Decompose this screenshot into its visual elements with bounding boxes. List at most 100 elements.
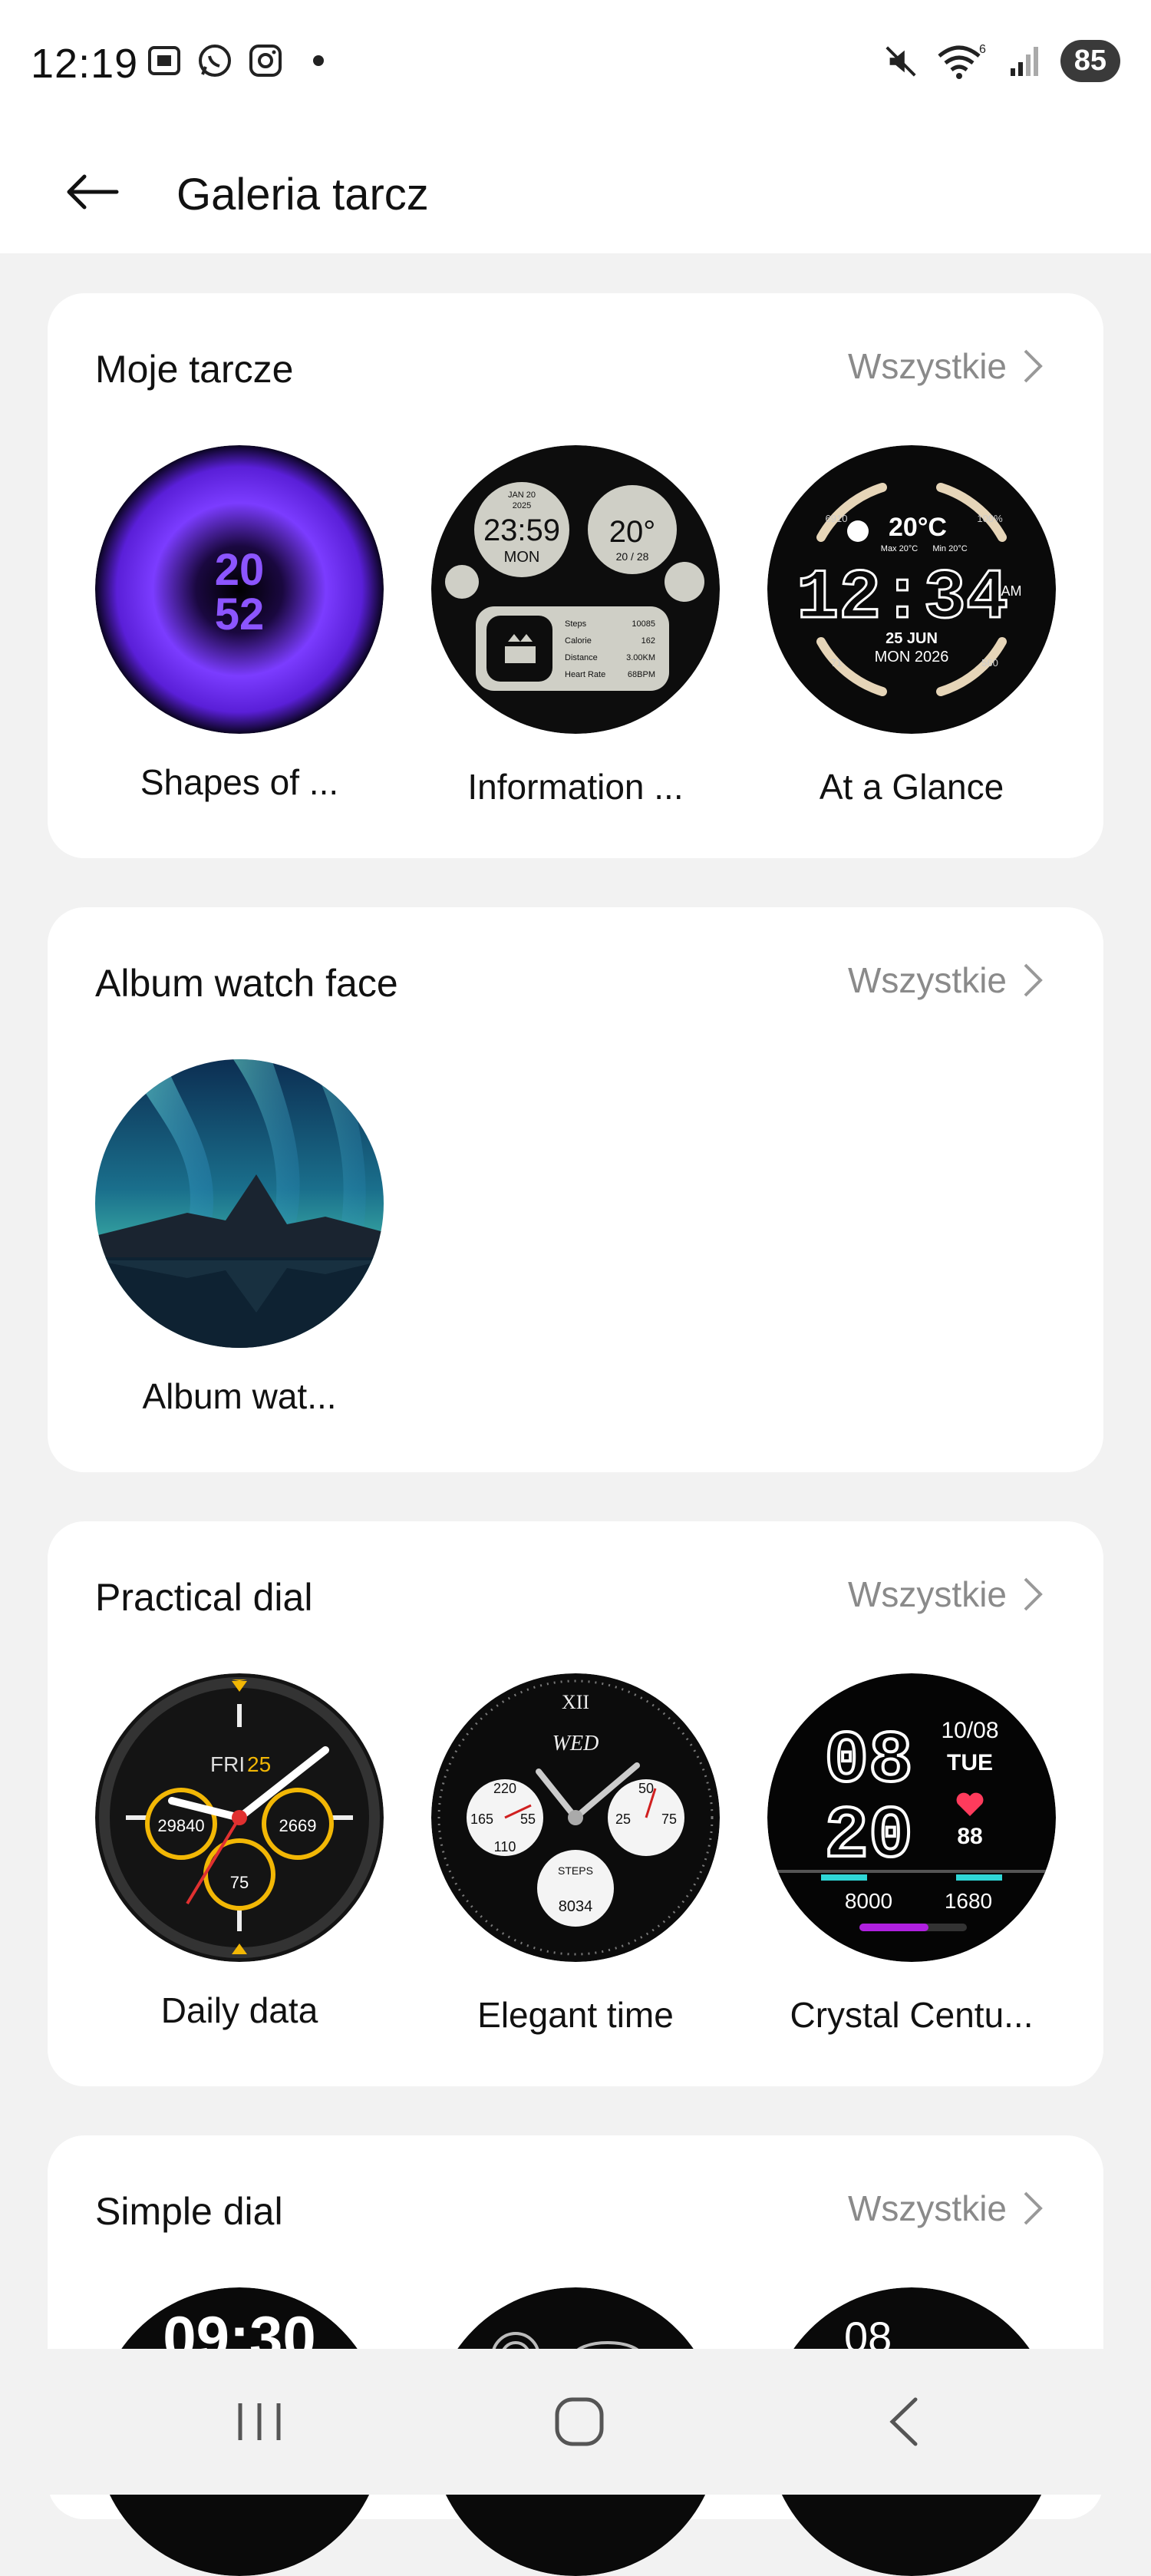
svg-text:8034: 8034	[559, 1898, 593, 1915]
svg-text:1680: 1680	[945, 1889, 992, 1913]
chevron-right-icon	[1024, 349, 1043, 383]
see-all-label: Wszystkie	[848, 346, 1007, 386]
svg-text:88: 88	[957, 1824, 982, 1849]
svg-text:25 JUN: 25 JUN	[886, 630, 938, 647]
back-arrow-icon	[67, 174, 119, 210]
watch-face-elegant-time[interactable]: XII WED 220 165 55 110 50 25 75 STEPS 80…	[431, 1673, 720, 1962]
status-time: 12:19	[31, 41, 139, 87]
svg-text:2025: 2025	[513, 501, 531, 510]
back-nav-button[interactable]	[858, 2383, 950, 2460]
svg-text:20 / 28: 20 / 28	[616, 550, 649, 563]
see-all-label: Wszystkie	[848, 960, 1007, 1000]
svg-text:162: 162	[641, 636, 655, 646]
signal-icon	[1007, 43, 1044, 80]
svg-text:20°C: 20°C	[889, 513, 947, 542]
watch-face-label: Elegant time	[477, 1995, 674, 2035]
section-title: Simple dial	[95, 2190, 283, 2233]
svg-text:3.00KM: 3.00KM	[626, 653, 655, 662]
svg-text:10085: 10085	[632, 619, 655, 629]
aurora-image	[95, 1059, 384, 1348]
system-navigation-bar	[0, 2349, 1151, 2495]
svg-text:XII: XII	[562, 1691, 589, 1713]
see-all-button[interactable]: Wszystkie	[848, 2188, 1044, 2229]
status-system-icons: 6 85	[882, 40, 1120, 82]
svg-text:23:59: 23:59	[483, 514, 560, 547]
mute-icon	[882, 43, 919, 80]
svg-text:220: 220	[493, 1781, 516, 1796]
screenshot-icon	[146, 42, 183, 79]
watch-face-label: Information ...	[467, 767, 684, 807]
status-bar: 12:19 6 85	[0, 0, 1151, 123]
see-all-label: Wszystkie	[848, 2188, 1007, 2228]
page-title: Galeria tarcz	[176, 170, 429, 220]
svg-text:TUE: TUE	[947, 1750, 993, 1775]
svg-text:29840: 29840	[157, 1816, 204, 1835]
svg-text:6910: 6910	[826, 513, 848, 524]
app-bar: Galeria tarcz	[0, 123, 1151, 253]
back-nav-icon	[889, 2397, 918, 2446]
wifi-badge: 6	[979, 43, 986, 56]
svg-text:75: 75	[230, 1873, 249, 1892]
watch-face-label: Shapes of ...	[140, 762, 339, 802]
svg-text:110: 110	[494, 1839, 516, 1854]
watch-face-daily-data[interactable]: FRI 25 29840 2669 75	[95, 1673, 384, 1962]
watch-face-label: At a Glance	[819, 767, 1004, 807]
recent-apps-icon	[238, 2403, 281, 2440]
status-notification-icons	[146, 42, 324, 79]
svg-text:FRI: FRI	[210, 1752, 245, 1776]
home-button[interactable]	[533, 2383, 625, 2460]
chevron-right-icon	[1024, 1577, 1043, 1611]
chevron-right-icon	[1024, 963, 1043, 997]
svg-text:20: 20	[824, 1795, 912, 1878]
watch-face-information[interactable]: JAN 20 2025 23:59 MON 20° 20 / 28 Steps …	[431, 445, 720, 734]
svg-text:2669: 2669	[279, 1816, 317, 1835]
watch-face-label: Daily data	[160, 1990, 318, 2030]
svg-text:55: 55	[520, 1811, 536, 1827]
svg-text:20°: 20°	[609, 515, 656, 549]
section-album: Album watch face Wszystkie Album wat...	[48, 907, 1103, 1472]
svg-text:WED: WED	[552, 1732, 599, 1755]
watch-face-label: Crystal Centu...	[790, 1995, 1034, 2035]
svg-text:JAN 20: JAN 20	[508, 490, 536, 500]
watch-face-at-a-glance[interactable]: 20°C Max 20°C Min 20°C 12:34 AM 25 JUN M…	[767, 445, 1056, 734]
recent-apps-button[interactable]	[213, 2383, 305, 2460]
whatsapp-icon	[196, 42, 233, 79]
section-title: Practical dial	[95, 1576, 313, 1619]
svg-text:Max 20°C: Max 20°C	[881, 544, 918, 553]
chevron-right-icon	[1024, 2191, 1043, 2225]
svg-text:560: 560	[981, 657, 998, 669]
section-title: Moje tarcze	[95, 348, 294, 391]
section-practical: Practical dial Wszystkie FRI 25 29840 26…	[48, 1521, 1103, 2086]
svg-text:Min 20°C: Min 20°C	[932, 544, 967, 553]
face-hour: 20	[215, 545, 265, 595]
wifi-icon: 6	[936, 43, 990, 80]
watch-face-album-aurora[interactable]	[95, 1059, 384, 1348]
svg-text:75: 75	[661, 1811, 677, 1827]
svg-text:25: 25	[247, 1752, 271, 1776]
see-all-button[interactable]: Wszystkie	[848, 959, 1044, 1001]
instagram-icon	[247, 42, 284, 79]
svg-text:Heart Rate: Heart Rate	[565, 670, 605, 679]
watch-face-crystal-century[interactable]: 08 20 10/08 TUE 88 8000 1680	[767, 1673, 1056, 1962]
svg-text:Calorie: Calorie	[565, 636, 592, 646]
svg-text:10/08: 10/08	[941, 1718, 998, 1743]
see-all-button[interactable]: Wszystkie	[848, 1574, 1044, 1615]
svg-text:Steps: Steps	[565, 619, 587, 629]
svg-text:71: 71	[831, 657, 842, 669]
back-button[interactable]	[54, 154, 130, 230]
svg-text:25: 25	[615, 1811, 631, 1827]
svg-text:MON 2026: MON 2026	[875, 649, 949, 665]
svg-text:Distance: Distance	[565, 653, 598, 662]
svg-text:AM: AM	[1001, 583, 1022, 599]
section-my-faces: Moje tarcze Wszystkie 20 52 Shapes of ..…	[48, 293, 1103, 858]
svg-text:12:34: 12:34	[796, 558, 1008, 639]
see-all-button[interactable]: Wszystkie	[848, 345, 1044, 387]
svg-text:STEPS: STEPS	[558, 1864, 593, 1877]
face-minute: 52	[215, 590, 265, 639]
home-icon	[555, 2397, 604, 2446]
svg-text:68BPM: 68BPM	[628, 670, 655, 679]
watch-face-shapes[interactable]: 20 52	[95, 445, 384, 734]
svg-text:MON: MON	[504, 549, 540, 566]
svg-text:8000: 8000	[845, 1889, 892, 1913]
svg-text:50: 50	[638, 1781, 654, 1796]
